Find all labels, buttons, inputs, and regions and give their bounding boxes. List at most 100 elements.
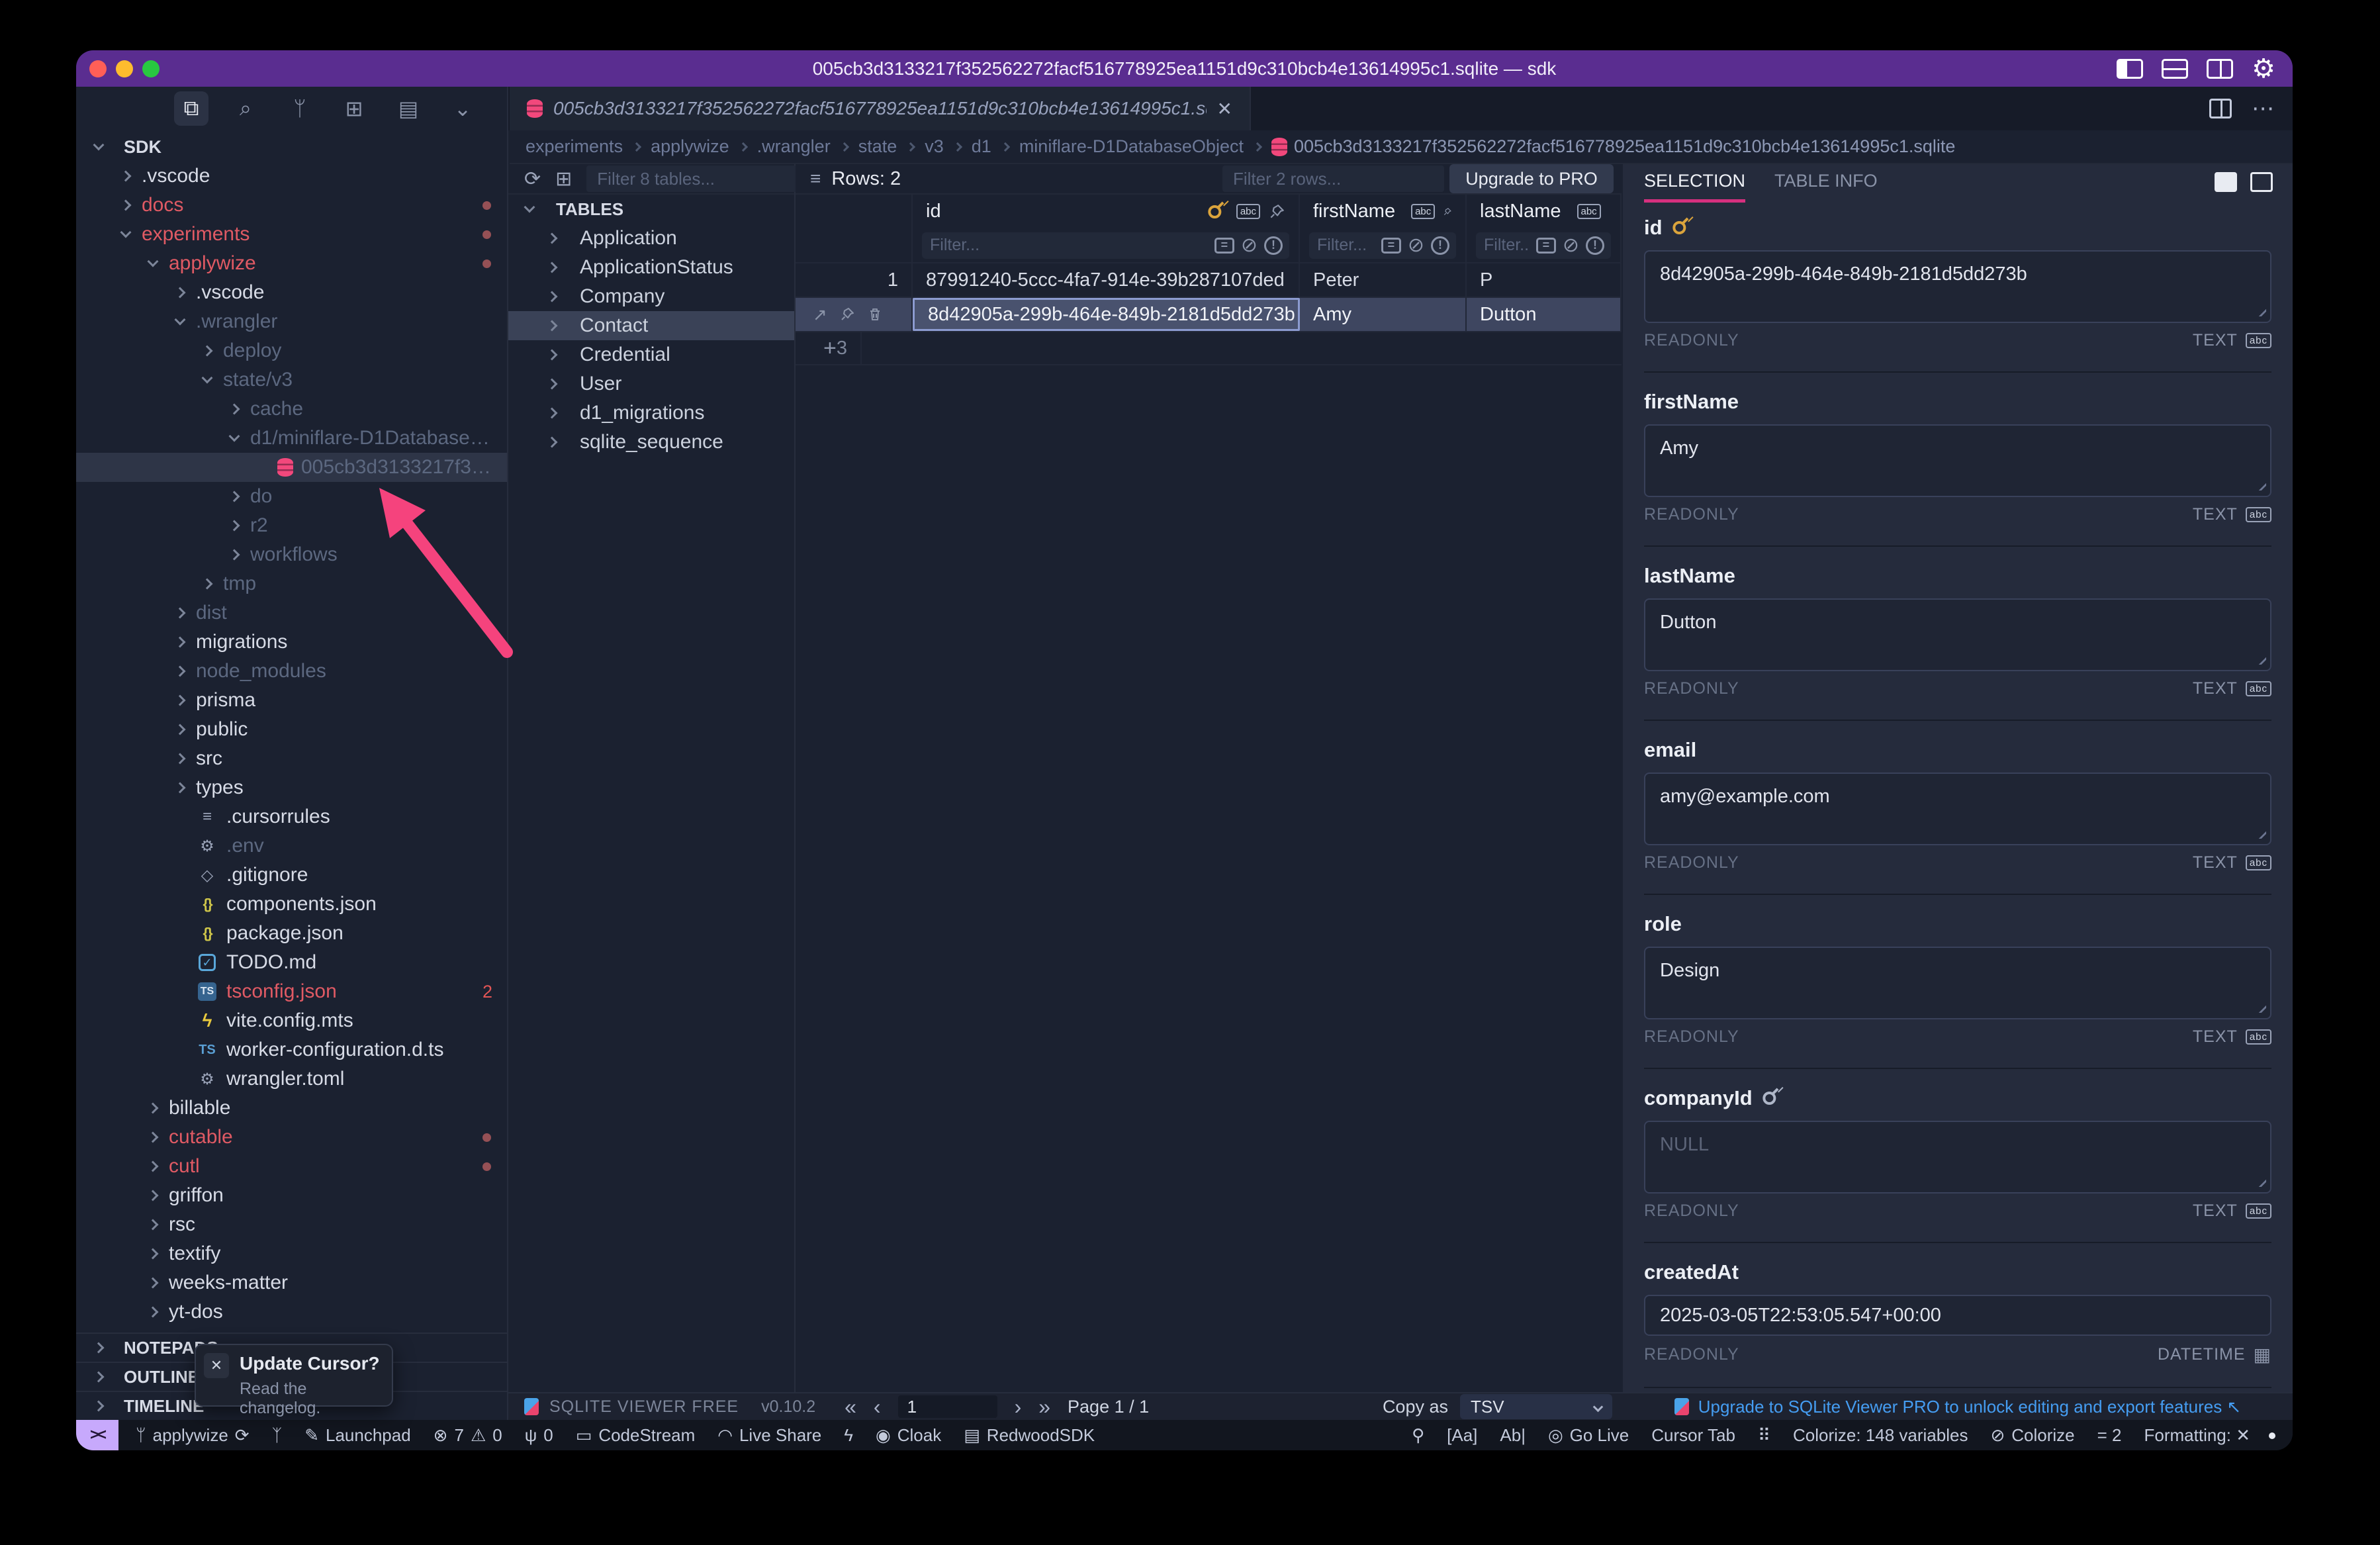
new-table-icon[interactable]: ⊞	[555, 167, 572, 191]
filter-null-icon[interactable]: ⊘	[1241, 234, 1258, 257]
tree-item-griffon[interactable]: griffon	[76, 1181, 507, 1210]
table-item-company[interactable]: Company	[508, 282, 794, 311]
trash-icon[interactable]	[867, 306, 883, 322]
tree-item-gitignore[interactable]: ◇.gitignore	[76, 861, 507, 890]
tree-item-005cb3d3133217f352562272[interactable]: 005cb3d3133217f352562272...	[76, 453, 507, 482]
filter-tables-input[interactable]	[586, 165, 829, 192]
tree-item-public[interactable]: public	[76, 715, 507, 744]
table-item-contact[interactable]: Contact	[508, 311, 794, 340]
tree-item-tsconfig-json[interactable]: TStsconfig.json2	[76, 977, 507, 1006]
tree-item-applywize[interactable]: applywize	[76, 249, 507, 278]
tree-item-do[interactable]: do	[76, 482, 507, 511]
table-item-sqlite-sequence[interactable]: sqlite_sequence	[508, 428, 794, 457]
tab-selection[interactable]: SELECTION	[1644, 171, 1745, 203]
tree-item-todo-md[interactable]: ✓TODO.md	[76, 948, 507, 977]
pull-request-button[interactable]: ᛉ	[272, 1425, 283, 1446]
field-value-lastname[interactable]	[1644, 598, 2271, 671]
bolt-button[interactable]: ϟ	[844, 1425, 853, 1446]
column-header-firstname[interactable]: firstNameabc	[1300, 195, 1467, 228]
tree-item-deploy[interactable]: deploy	[76, 336, 507, 365]
tables-section-header[interactable]: TABLES	[508, 195, 794, 224]
first-page-icon[interactable]: «	[845, 1395, 856, 1419]
filter-null-icon[interactable]: ⊘	[1408, 234, 1424, 257]
filter-equals-icon[interactable]: =	[1536, 238, 1556, 254]
tree-item-node-modules[interactable]: node_modules	[76, 657, 507, 686]
pin-icon[interactable]	[839, 306, 855, 322]
field-value-email[interactable]	[1644, 772, 2271, 845]
panel-layout-icon[interactable]	[2215, 172, 2237, 192]
search-icon[interactable]: ⌕	[228, 91, 263, 126]
table-item-d1-migrations[interactable]: d1_migrations	[508, 398, 794, 428]
extensions-icon[interactable]: ⊞	[337, 91, 371, 126]
expand-row-icon[interactable]: ↗	[813, 304, 827, 325]
explorer-root[interactable]: SDK	[76, 132, 507, 162]
upgrade-pro-link[interactable]: Upgrade to SQLite Viewer PRO to unlock e…	[1698, 1397, 2242, 1417]
problems-button[interactable]: ⊗7⚠0	[434, 1425, 502, 1446]
breadcrumb-item-miniflare-d1databaseobject[interactable]: miniflare-D1DatabaseObject	[1019, 136, 1244, 157]
field-value-role[interactable]	[1644, 947, 2271, 1019]
launchpad-button[interactable]: ✎Launchpad	[304, 1425, 410, 1446]
cell-lastname[interactable]: Dutton	[1467, 298, 1622, 331]
branch-button[interactable]: ᛘapplywize⟳	[136, 1425, 250, 1446]
tree-item-migrations[interactable]: migrations	[76, 628, 507, 657]
ports-button[interactable]: ψ0	[525, 1425, 553, 1446]
column-filter-firstname[interactable]: = ⊘!	[1309, 232, 1456, 259]
filter-not-icon[interactable]: !	[1431, 236, 1449, 255]
tree-item-vscode[interactable]: .vscode	[76, 278, 507, 307]
tree-item-wrangler-toml[interactable]: ⚙wrangler.toml	[76, 1064, 507, 1094]
refresh-icon[interactable]: ⟳	[524, 167, 541, 191]
tab-table-info[interactable]: TABLE INFO	[1774, 171, 1878, 199]
tree-item-prisma[interactable]: prisma	[76, 686, 507, 715]
column-filter-input[interactable]	[922, 236, 1214, 255]
colorize-button[interactable]: ⊘Colorize	[1990, 1425, 2074, 1446]
tree-item-src[interactable]: src	[76, 744, 507, 773]
filter-equals-icon[interactable]: =	[1381, 238, 1401, 254]
notification-body[interactable]: Read the changelog.	[240, 1380, 392, 1418]
column-header-id[interactable]: idabc	[913, 195, 1300, 228]
tree-item-package-json[interactable]: {}package.json	[76, 919, 507, 948]
tree-item-rsc[interactable]: rsc	[76, 1210, 507, 1239]
column-filter-id[interactable]: =⊘!	[922, 232, 1289, 259]
go-live-button[interactable]: ◎Go Live	[1548, 1425, 1629, 1446]
tree-item-vite-config-mts[interactable]: ϟvite.config.mts	[76, 1006, 507, 1035]
prev-page-icon[interactable]: ‹	[874, 1395, 881, 1419]
breadcrumb-item-d1[interactable]: d1	[972, 136, 991, 157]
colorize-vars-button[interactable]: Colorize: 148 variables	[1793, 1425, 1968, 1446]
tree-item-d1-miniflare-d1databaseobject[interactable]: d1/miniflare-D1DatabaseObject	[76, 424, 507, 453]
toggle-secondary-sidebar-icon[interactable]	[2207, 59, 2233, 79]
field-value-companyid[interactable]	[1644, 1121, 2271, 1194]
spaces-button[interactable]: = 2	[2097, 1425, 2122, 1446]
formatting-button[interactable]: Formatting: ✕	[2144, 1425, 2251, 1446]
files-icon[interactable]: ⧉	[174, 91, 208, 126]
chevron-down-icon[interactable]: ⌄	[445, 91, 480, 126]
live-share-button[interactable]: ◠Live Share	[717, 1425, 821, 1446]
breadcrumb-item-applywize[interactable]: applywize	[651, 136, 729, 157]
panel-layout-alt-icon[interactable]	[2250, 172, 2273, 192]
tree-item-yt-dos[interactable]: yt-dos	[76, 1297, 507, 1327]
cell-id[interactable]: 87991240-5ccc-4fa7-914e-39b287107ded	[913, 263, 1300, 297]
last-page-icon[interactable]: »	[1038, 1395, 1050, 1419]
tree-item-experiments[interactable]: experiments	[76, 220, 507, 249]
next-page-icon[interactable]: ›	[1015, 1395, 1022, 1419]
breadcrumb-item-experiments[interactable]: experiments	[526, 136, 623, 157]
tree-item-components-json[interactable]: {}components.json	[76, 890, 507, 919]
add-row-icon[interactable]: +	[823, 336, 837, 361]
tree-item-cache[interactable]: cache	[76, 395, 507, 424]
cell-lastname[interactable]: P	[1467, 263, 1622, 297]
page-number-input[interactable]	[898, 1395, 997, 1418]
tree-item-worker-configuration-d-ts[interactable]: TSworker-configuration.d.ts	[76, 1035, 507, 1064]
gear-icon[interactable]: ⚙	[2252, 56, 2275, 82]
tree-item-workflows[interactable]: workflows	[76, 540, 507, 569]
feedback-button[interactable]: ⠿	[1758, 1425, 1770, 1446]
field-value-id[interactable]	[1644, 250, 2271, 323]
tree-item-weeks-matter[interactable]: weeks-matter	[76, 1268, 507, 1297]
tree-item-wrangler[interactable]: .wrangler	[76, 307, 507, 336]
tab-sqlite-file[interactable]: 005cb3d3133217f352562272facf516778925ea1…	[510, 87, 1251, 130]
tree-item-cutable[interactable]: cutable	[76, 1123, 507, 1152]
tree-item-types[interactable]: types	[76, 773, 507, 802]
pin-icon[interactable]	[1268, 203, 1285, 220]
cell-id[interactable]: 8d42905a-299b-464e-849b-2181d5dd273b	[913, 298, 1300, 331]
filter-equals-icon[interactable]: =	[1214, 238, 1234, 254]
tree-item-cutl[interactable]: cutl	[76, 1152, 507, 1181]
tree-item-textify[interactable]: textify	[76, 1239, 507, 1268]
